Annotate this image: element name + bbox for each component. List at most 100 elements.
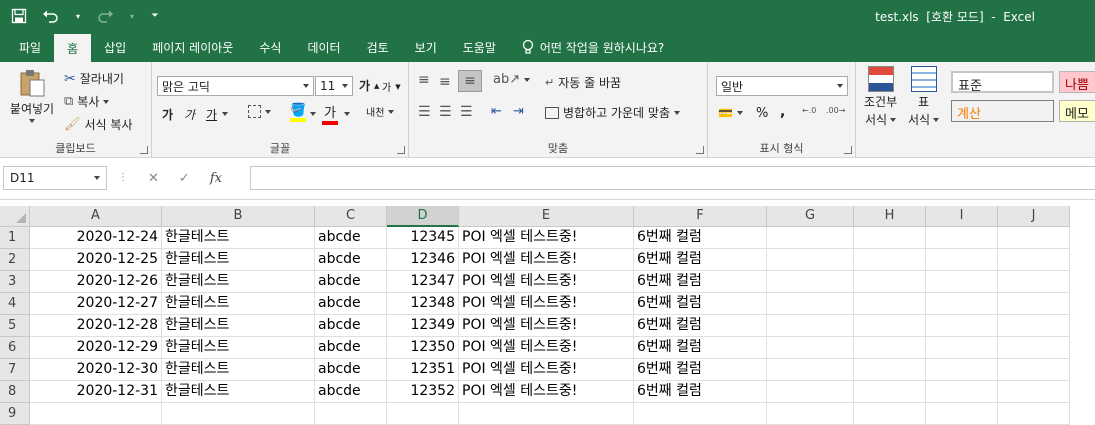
tab-insert[interactable]: 삽입 xyxy=(91,32,139,62)
cell-a2[interactable]: 2020-12-25 xyxy=(30,249,162,271)
cell-i9[interactable] xyxy=(926,403,998,425)
cell-i3[interactable] xyxy=(926,271,998,293)
tab-data[interactable]: 데이터 xyxy=(294,32,353,62)
cell-h1[interactable] xyxy=(854,227,926,249)
phonetic-button[interactable]: 내천 xyxy=(366,104,395,119)
cell-b9[interactable] xyxy=(162,403,315,425)
cell-c7[interactable]: abcde xyxy=(315,359,387,381)
cancel-icon[interactable]: ✕ xyxy=(148,171,159,186)
row-header-1[interactable]: 1 xyxy=(0,227,30,249)
cell-e4[interactable]: POI 엑셀 테스트중! xyxy=(459,293,634,315)
cell-h4[interactable] xyxy=(854,293,926,315)
column-header-h[interactable]: H xyxy=(854,206,926,227)
column-header-c[interactable]: C xyxy=(315,206,387,227)
cell-a9[interactable] xyxy=(30,403,162,425)
cell-j7[interactable] xyxy=(998,359,1070,381)
fill-color-button[interactable]: 🪣 xyxy=(290,103,306,122)
copy-button[interactable]: ⧉ 복사 xyxy=(64,93,110,110)
cell-c6[interactable]: abcde xyxy=(315,337,387,359)
cell-d5[interactable]: 12349 xyxy=(387,315,459,337)
font-color-button[interactable]: 가 xyxy=(322,102,338,125)
bold-button[interactable]: 가 xyxy=(162,106,173,123)
cell-h5[interactable] xyxy=(854,315,926,337)
cell-a5[interactable]: 2020-12-28 xyxy=(30,315,162,337)
cell-g5[interactable] xyxy=(767,315,854,337)
cell-i6[interactable] xyxy=(926,337,998,359)
tab-home[interactable]: 홈 xyxy=(54,34,92,62)
cell-d9[interactable] xyxy=(387,403,459,425)
insert-function-icon[interactable]: fx xyxy=(210,171,222,186)
cell-b6[interactable]: 한글테스트 xyxy=(162,337,315,359)
name-box-dropdown-icon[interactable] xyxy=(94,176,100,180)
cell-c4[interactable]: abcde xyxy=(315,293,387,315)
cell-f8[interactable]: 6번째 컬럼 xyxy=(634,381,767,403)
row-header-2[interactable]: 2 xyxy=(0,249,30,271)
cell-b1[interactable]: 한글테스트 xyxy=(162,227,315,249)
cell-e3[interactable]: POI 엑셀 테스트중! xyxy=(459,271,634,293)
cell-c3[interactable]: abcde xyxy=(315,271,387,293)
style-bad[interactable]: 나쁨 xyxy=(1059,71,1095,93)
decrease-indent-button[interactable]: ⇤ xyxy=(491,104,502,119)
cell-g9[interactable] xyxy=(767,403,854,425)
clipboard-launcher-icon[interactable] xyxy=(140,146,148,154)
fill-color-dropdown-icon[interactable] xyxy=(310,112,316,116)
save-icon[interactable] xyxy=(10,7,28,25)
comma-button[interactable]: , xyxy=(780,104,785,120)
cell-i4[interactable] xyxy=(926,293,998,315)
underline-button[interactable]: 가 xyxy=(206,106,217,123)
align-left-button[interactable]: ☰ xyxy=(418,104,431,120)
column-header-a[interactable]: A xyxy=(30,206,162,227)
row-header-9[interactable]: 9 xyxy=(0,403,30,425)
tab-review[interactable]: 검토 xyxy=(354,32,402,62)
accounting-format-button[interactable]: 💳 xyxy=(718,106,743,120)
font-size-select[interactable]: 11 xyxy=(315,76,353,96)
format-painter-button[interactable]: 🖌 서식 복사 xyxy=(64,116,133,133)
cell-e6[interactable]: POI 엑셀 테스트중! xyxy=(459,337,634,359)
cell-f3[interactable]: 6번째 컬럼 xyxy=(634,271,767,293)
cell-b4[interactable]: 한글테스트 xyxy=(162,293,315,315)
cell-h6[interactable] xyxy=(854,337,926,359)
cell-j6[interactable] xyxy=(998,337,1070,359)
align-top-button[interactable]: ≡ xyxy=(418,72,430,88)
cell-f9[interactable] xyxy=(634,403,767,425)
borders-button[interactable] xyxy=(248,105,271,118)
cell-h2[interactable] xyxy=(854,249,926,271)
cell-c9[interactable] xyxy=(315,403,387,425)
decrease-font-button[interactable]: 가 ▼ xyxy=(382,79,401,95)
column-header-e[interactable]: E xyxy=(459,206,634,227)
select-all-button[interactable] xyxy=(0,206,30,227)
increase-decimal-button[interactable]: ←.0 xyxy=(802,106,816,115)
cell-a1[interactable]: 2020-12-24 xyxy=(30,227,162,249)
cell-h9[interactable] xyxy=(854,403,926,425)
cell-b8[interactable]: 한글테스트 xyxy=(162,381,315,403)
tab-help[interactable]: 도움말 xyxy=(450,32,509,62)
cell-d7[interactable]: 12351 xyxy=(387,359,459,381)
cell-d1[interactable]: 12345 xyxy=(387,227,459,249)
column-header-i[interactable]: I xyxy=(926,206,998,227)
cell-g7[interactable] xyxy=(767,359,854,381)
cell-i1[interactable] xyxy=(926,227,998,249)
name-box[interactable]: D11 xyxy=(3,166,107,190)
cell-j8[interactable] xyxy=(998,381,1070,403)
orientation-button[interactable]: ab↗ xyxy=(493,72,531,87)
cell-b2[interactable]: 한글테스트 xyxy=(162,249,315,271)
align-bottom-button[interactable]: ≡ xyxy=(458,70,482,92)
cell-e9[interactable] xyxy=(459,403,634,425)
cell-d4[interactable]: 12348 xyxy=(387,293,459,315)
undo-dropdown-icon[interactable]: ▾ xyxy=(74,7,82,25)
increase-indent-button[interactable]: ⇥ xyxy=(513,104,524,119)
cell-f1[interactable]: 6번째 컬럼 xyxy=(634,227,767,249)
tab-page-layout[interactable]: 페이지 레이아웃 xyxy=(139,32,246,62)
cut-button[interactable]: ✂ 잘라내기 xyxy=(64,70,124,87)
number-launcher-icon[interactable] xyxy=(844,146,852,154)
cell-f7[interactable]: 6번째 컬럼 xyxy=(634,359,767,381)
cell-j4[interactable] xyxy=(998,293,1070,315)
cell-j1[interactable] xyxy=(998,227,1070,249)
formula-input[interactable] xyxy=(250,166,1095,190)
row-header-3[interactable]: 3 xyxy=(0,271,30,293)
cell-e5[interactable]: POI 엑셀 테스트중! xyxy=(459,315,634,337)
cell-d2[interactable]: 12346 xyxy=(387,249,459,271)
cell-g2[interactable] xyxy=(767,249,854,271)
row-header-8[interactable]: 8 xyxy=(0,381,30,403)
cell-j9[interactable] xyxy=(998,403,1070,425)
